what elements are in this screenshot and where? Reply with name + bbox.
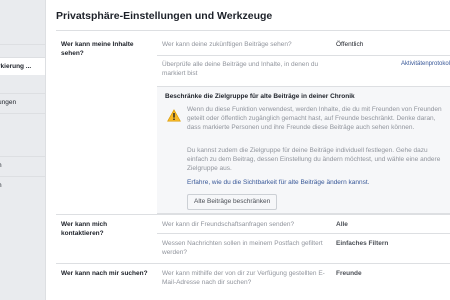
privacy-settings-content: Privatsphäre-Einstellungen und Werkzeuge… (45, 0, 450, 300)
row-label-friend-requests[interactable]: Wer kann dir Freundschaftsanfragen sende… (162, 220, 332, 229)
warning-icon (167, 109, 181, 122)
panel-title: Beschränke die Zielgruppe für alte Beitr… (165, 93, 355, 100)
panel-paragraph-1: Wenn du diese Funktion verwendest, werde… (187, 106, 442, 131)
limit-past-posts-button[interactable]: Alte Beiträge beschränken (187, 194, 278, 210)
email-lookup-value[interactable]: Freunde (336, 269, 362, 278)
learn-more-link[interactable]: Erfahre, wie du die Sichtbarkeit für alt… (187, 179, 369, 186)
sidebar-item[interactable]: ungen (0, 93, 45, 111)
section-heading-search: Wer kann nach mir suchen? (61, 270, 148, 277)
sidebar-item-label: n (0, 177, 2, 194)
panel-paragraph-2: Du kannst zudem die Zielgruppe für deine… (187, 147, 441, 172)
divider (56, 263, 450, 264)
page-title: Privatsphäre-Einstellungen und Werkzeuge (56, 10, 273, 22)
sidebar-item[interactable]: n (0, 176, 45, 194)
message-filter-value[interactable]: Einfaches Filtern (336, 239, 388, 248)
row-label-review-tagged: Überprüfe alle deine Beiträge und Inhalt… (162, 61, 319, 77)
limit-past-posts-panel: Beschränke die Zielgruppe für alte Beitr… (157, 86, 450, 214)
row-label-future-posts[interactable]: Wer kann deine zukünftigen Beiträge sehe… (162, 40, 332, 49)
sidebar-item-label: ungen (0, 99, 17, 106)
sidebar-item-label: n (0, 157, 2, 174)
divider (157, 233, 450, 234)
divider (157, 55, 450, 56)
future-posts-audience-value[interactable]: Öffentlich (336, 40, 363, 49)
activity-log-link[interactable]: Aktivitätenprotokoll (401, 60, 450, 69)
sidebar-item[interactable] (0, 113, 45, 131)
sidebar-item-label: rkierung ... (0, 63, 32, 70)
section-heading-contact: Wer kann mich kontaktieren? (61, 221, 108, 237)
divider (56, 214, 450, 215)
friend-requests-value[interactable]: Alle (336, 220, 348, 229)
row-label-email-lookup[interactable]: Wer kann mithilfe der von dir zur Verfüg… (162, 269, 332, 287)
settings-sidebar: rkierung ... ungen n n (0, 0, 45, 300)
divider (56, 30, 450, 31)
section-heading-see-content: Wer kann meine Inhalte sehen? (61, 41, 134, 57)
row-label-message-filter[interactable]: Wessen Nachrichten sollen in meinem Post… (162, 239, 332, 257)
sidebar-item-privacy[interactable]: rkierung ... (0, 57, 45, 75)
sidebar-item[interactable]: n (0, 156, 45, 174)
